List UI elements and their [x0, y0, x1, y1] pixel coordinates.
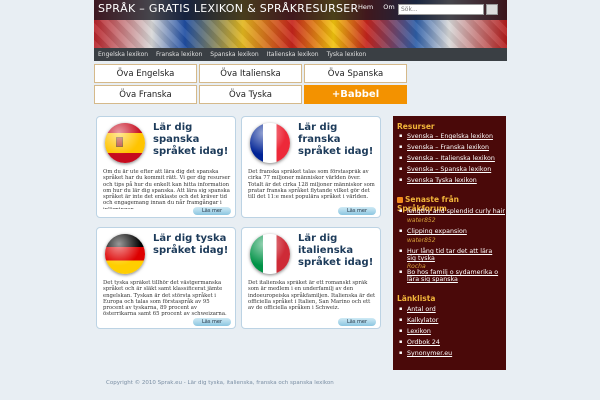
link-list-item[interactable]: Synonymer.eu	[399, 350, 452, 357]
top-nav: Hem Om	[358, 3, 395, 11]
italy-flag-icon[interactable]	[250, 234, 290, 274]
ad-babbel[interactable]: +Babbel	[304, 85, 407, 104]
card-text: Det tyska språket tillhör det västgerman…	[103, 280, 227, 318]
ad-ova-engelska[interactable]: Öva Engelska	[94, 64, 197, 83]
card-title[interactable]: Lär dig tyska språket idag!	[153, 233, 235, 257]
ad-ova-tyska[interactable]: Öva Tyska	[199, 85, 302, 104]
link-list-item[interactable]: Kalkylator	[399, 317, 438, 324]
links-heading: Länklista	[397, 294, 436, 303]
header-banner	[94, 20, 507, 48]
resource-link[interactable]: Svenska Tyska lexikon	[399, 177, 477, 184]
search-input[interactable]	[398, 4, 484, 15]
resource-link[interactable]: Svenska – Engelska lexikon	[399, 133, 493, 140]
read-more-button[interactable]: Läs mer	[193, 207, 231, 215]
forum-post-author: water852	[407, 217, 436, 224]
link-list-item[interactable]: Ordbok 24	[399, 339, 440, 346]
card-text: Om du är ute efter att lära dig det span…	[103, 169, 231, 209]
forum-post-link[interactable]: Hur lång tid tar det att lära sig tyska	[399, 248, 499, 262]
site-title[interactable]: SPRÅK – GRATIS LEXIKON & SPRÅKRESURSER	[98, 2, 359, 15]
card-text: Det italienska språket är ett romanskt s…	[248, 280, 376, 312]
read-more-button[interactable]: Läs mer	[338, 318, 376, 326]
france-flag-icon[interactable]	[250, 123, 290, 163]
ad-ova-franska[interactable]: Öva Franska	[94, 85, 197, 104]
header-top-bar: SPRÅK – GRATIS LEXIKON & SPRÅKRESURSER H…	[94, 0, 507, 20]
forum-post-link[interactable]: Clipping expansion	[399, 228, 467, 235]
card-title[interactable]: Lär dig franska språket idag!	[298, 122, 380, 158]
read-more-button[interactable]: Läs mer	[338, 207, 376, 215]
link-list-item[interactable]: Lexikon	[399, 328, 431, 335]
ad-ova-spanska[interactable]: Öva Spanska	[304, 64, 407, 83]
sidebar: Resurser Svenska – Engelska lexikon Sven…	[393, 116, 506, 370]
nav-home[interactable]: Hem	[358, 3, 373, 11]
nav-about[interactable]: Om	[383, 3, 394, 11]
spain-flag-icon[interactable]	[105, 123, 145, 163]
card-spanish: Lär dig spanska språket idag! Om du är u…	[96, 116, 236, 218]
forum-post-link[interactable]: Bo hos familj o sydamerika o lära sig sp…	[399, 269, 501, 283]
site-header: SPRÅK – GRATIS LEXIKON & SPRÅKRESURSER H…	[94, 0, 507, 48]
forum-post-link[interactable]: lengthy and splendid curly hair	[399, 208, 505, 215]
ad-ova-italienska[interactable]: Öva Italienska	[199, 64, 302, 83]
resource-link[interactable]: Svenska – Spanska lexikon	[399, 166, 491, 173]
germany-flag-icon[interactable]	[105, 234, 145, 274]
resources-heading: Resurser	[397, 122, 435, 131]
forum-post-author: water852	[407, 237, 436, 244]
resource-link[interactable]: Svenska – Franska lexikon	[399, 144, 489, 151]
card-italian: Lär dig italienska språket idag! Det ita…	[241, 227, 381, 329]
nav-item-spanska[interactable]: Spanska lexikon	[206, 51, 262, 58]
link-list-item[interactable]: Antal ord	[399, 306, 436, 313]
card-title[interactable]: Lär dig spanska språket idag!	[153, 122, 235, 158]
footer-copyright: Copyright © 2010 Sprak.eu - Lär dig tysk…	[106, 380, 334, 386]
card-german: Lär dig tyska språket idag! Det tyska sp…	[96, 227, 236, 329]
card-title[interactable]: Lär dig italienska språket idag!	[298, 233, 380, 269]
resource-link[interactable]: Svenska – Italienska lexikon	[399, 155, 495, 162]
nav-item-tyska[interactable]: Tyska lexikon	[323, 51, 371, 58]
rss-icon	[397, 197, 403, 203]
nav-item-italienska[interactable]: Italienska lexikon	[263, 51, 323, 58]
read-more-button[interactable]: Läs mer	[193, 318, 231, 326]
card-text: Det franska språket talas som förstasprå…	[248, 169, 375, 201]
search-button[interactable]	[486, 4, 498, 15]
card-french: Lär dig franska språket idag! Det fransk…	[241, 116, 381, 218]
nav-item-franska[interactable]: Franska lexikon	[152, 51, 206, 58]
main-nav: Engelska lexikon Franska lexikon Spanska…	[94, 48, 507, 61]
nav-item-engelska[interactable]: Engelska lexikon	[94, 51, 152, 58]
